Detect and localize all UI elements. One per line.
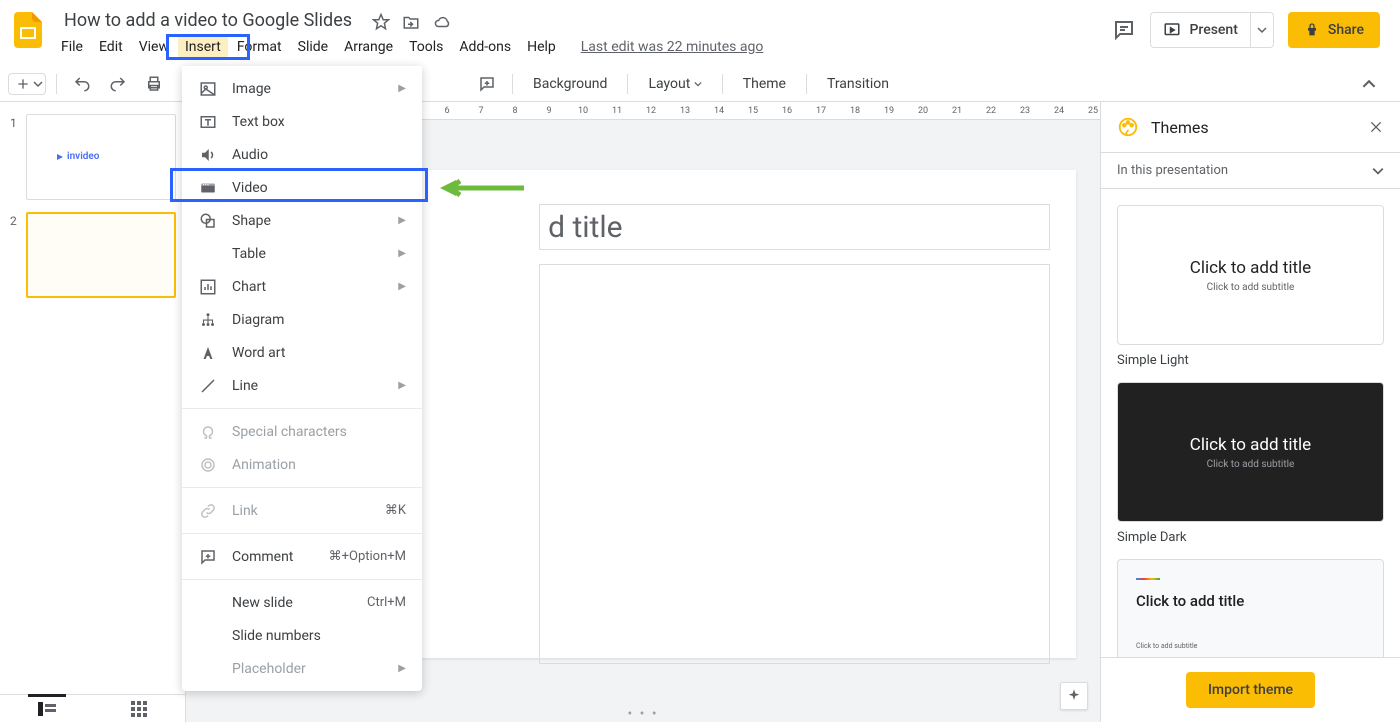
filmstrip-view-icon[interactable] [38, 702, 56, 716]
themes-panel: Themes In this presentation Click to add… [1100, 102, 1400, 722]
insert-line[interactable]: Line ▶ [182, 369, 422, 402]
share-button[interactable]: Share [1288, 12, 1380, 48]
filmstrip-view-switcher [0, 694, 185, 722]
theme-button[interactable]: Theme [733, 72, 796, 96]
menu-insert[interactable]: Insert [178, 35, 228, 59]
slides-logo[interactable] [8, 10, 48, 50]
share-label: Share [1328, 22, 1364, 38]
slide-number: 2 [10, 212, 26, 298]
video-icon [198, 179, 218, 197]
chevron-right-icon: ▶ [398, 380, 406, 391]
themes-section-toggle[interactable]: In this presentation [1101, 152, 1400, 189]
theme-card-simple-light[interactable]: Click to add title Click to add subtitle… [1117, 205, 1384, 368]
insert-dropdown: Image ▶ Text box Audio Video Shape ▶ Tab… [182, 66, 422, 691]
close-icon[interactable] [1368, 119, 1384, 135]
last-edit-link[interactable]: Last edit was 22 minutes ago [581, 39, 764, 55]
menu-edit[interactable]: Edit [92, 35, 130, 59]
insert-new-slide[interactable]: New slide Ctrl+M [182, 586, 422, 619]
slide-thumbnail-2[interactable] [26, 212, 176, 298]
document-title[interactable]: How to add a video to Google Slides [56, 8, 360, 33]
add-comment-icon[interactable] [472, 71, 502, 97]
insert-link: Link ⌘K [182, 494, 422, 527]
wordart-icon [198, 344, 218, 362]
chevron-right-icon: ▶ [398, 281, 406, 292]
transition-button[interactable]: Transition [817, 72, 899, 96]
cloud-status-icon[interactable] [432, 13, 452, 31]
grid-view-icon[interactable] [131, 701, 147, 717]
menu-slide[interactable]: Slide [291, 35, 335, 59]
insert-image[interactable]: Image ▶ [182, 72, 422, 105]
comments-icon[interactable] [1112, 18, 1136, 42]
link-icon [198, 502, 218, 520]
new-slide-button[interactable] [8, 73, 46, 95]
animation-icon [198, 456, 218, 474]
insert-video[interactable]: Video [182, 171, 422, 204]
redo-icon[interactable] [103, 71, 133, 97]
omega-icon [198, 423, 218, 441]
menu-view[interactable]: View [132, 35, 176, 59]
speaker-notes-handle[interactable]: • • • [627, 706, 658, 722]
insert-diagram[interactable]: Diagram [182, 303, 422, 336]
present-dropdown[interactable] [1250, 13, 1273, 47]
collapse-toolbar-icon[interactable] [1356, 73, 1382, 95]
theme-card-streamline[interactable]: Click to add title Click to add subtitle [1117, 559, 1384, 657]
audio-icon [198, 146, 218, 164]
diagram-icon [198, 311, 218, 329]
insert-special-characters: Special characters [182, 415, 422, 448]
body-placeholder[interactable] [539, 264, 1050, 664]
present-label: Present [1189, 22, 1237, 38]
menu-format[interactable]: Format [230, 35, 289, 59]
explore-button[interactable] [1060, 682, 1088, 710]
menu-help[interactable]: Help [520, 35, 563, 59]
chevron-right-icon: ▶ [398, 83, 406, 94]
menu-tools[interactable]: Tools [402, 35, 450, 59]
insert-slide-numbers[interactable]: Slide numbers [182, 619, 422, 652]
invideo-logo: invideo [55, 151, 99, 162]
present-button[interactable]: Present [1151, 21, 1249, 39]
palette-icon [1117, 116, 1139, 138]
menu-arrange[interactable]: Arrange [337, 35, 400, 59]
background-button[interactable]: Background [523, 72, 617, 96]
insert-table[interactable]: Table ▶ [182, 237, 422, 270]
insert-audio[interactable]: Audio [182, 138, 422, 171]
insert-comment[interactable]: Comment ⌘+Option+M [182, 540, 422, 573]
undo-icon[interactable] [67, 71, 97, 97]
chevron-right-icon: ▶ [398, 215, 406, 226]
slide-number: 1 [10, 114, 26, 200]
print-icon[interactable] [139, 71, 169, 97]
insert-placeholder: Placeholder ▶ [182, 652, 422, 685]
move-icon[interactable] [402, 13, 420, 31]
insert-animation: Animation [182, 448, 422, 481]
chevron-right-icon: ▶ [398, 663, 406, 674]
theme-card-simple-dark[interactable]: Click to add title Click to add subtitle… [1117, 382, 1384, 545]
chevron-right-icon: ▶ [398, 248, 406, 259]
menu-addons[interactable]: Add-ons [452, 35, 518, 59]
insert-textbox[interactable]: Text box [182, 105, 422, 138]
comment-icon [198, 548, 218, 566]
chart-icon [198, 278, 218, 296]
textbox-icon [198, 113, 218, 131]
line-icon [198, 377, 218, 395]
menu-file[interactable]: File [54, 35, 90, 59]
layout-button[interactable]: Layout [638, 72, 711, 96]
shape-icon [198, 212, 218, 230]
slide-thumbnail-1[interactable]: invideo [26, 114, 176, 200]
image-icon [198, 80, 218, 98]
insert-wordart[interactable]: Word art [182, 336, 422, 369]
title-placeholder[interactable]: d title [539, 204, 1050, 250]
filmstrip: 1 invideo 2 [0, 102, 185, 722]
themes-title: Themes [1151, 118, 1209, 137]
import-theme-button[interactable]: Import theme [1186, 672, 1315, 708]
insert-chart[interactable]: Chart ▶ [182, 270, 422, 303]
star-icon[interactable] [372, 13, 390, 31]
insert-shape[interactable]: Shape ▶ [182, 204, 422, 237]
